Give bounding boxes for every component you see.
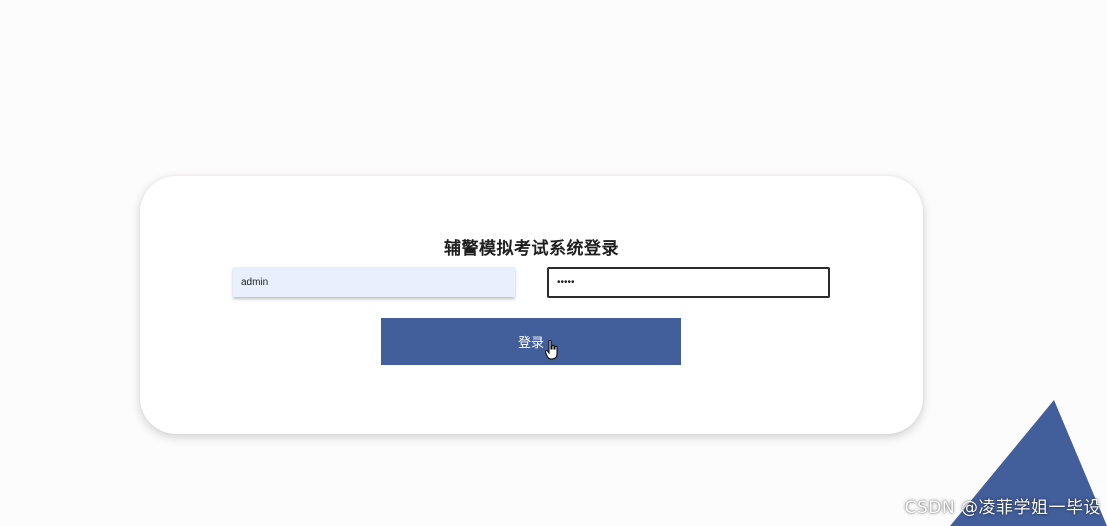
hand-pointer-icon	[545, 340, 558, 360]
watermark-text: CSDN @凌菲学姐一毕设	[904, 498, 1101, 518]
login-page: 辅警模拟考试系统登录 登录 CSDN @凌菲学姐一毕设	[0, 0, 1107, 526]
login-button[interactable]: 登录	[381, 318, 681, 365]
login-card: 辅警模拟考试系统登录 登录	[140, 176, 923, 434]
login-title: 辅警模拟考试系统登录	[444, 239, 619, 259]
username-input[interactable]	[233, 267, 515, 297]
password-input[interactable]	[547, 267, 830, 298]
